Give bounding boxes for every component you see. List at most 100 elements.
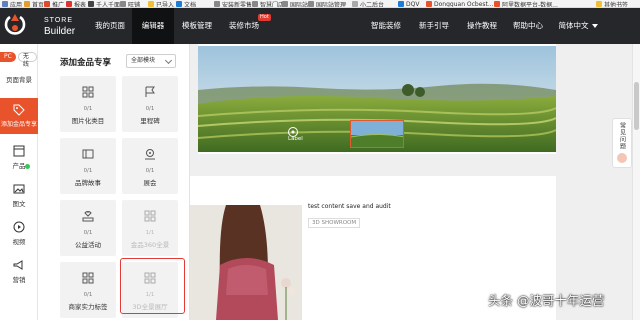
bookmark-item[interactable]: 安装新零售 bbox=[214, 0, 252, 7]
faq-label: 常见问题 bbox=[618, 122, 626, 150]
nav-smart-decoration[interactable]: 智能装修 bbox=[366, 8, 406, 44]
tab-wireless[interactable]: 无线 bbox=[17, 52, 37, 68]
bookmark-label: Dongguan Ocbest... bbox=[434, 0, 494, 8]
sidebar-item-label: 视频 bbox=[12, 237, 26, 246]
sidebar-item-label: 图文 bbox=[12, 199, 26, 208]
sidebar-item-label: 营销 bbox=[12, 275, 26, 284]
sidebar-item-label: 页面背景 bbox=[6, 76, 32, 84]
sidebar-item-marketing[interactable]: 营销 bbox=[0, 256, 38, 286]
module-label: 里程碑 bbox=[140, 117, 160, 125]
panorama-thumbnail[interactable] bbox=[350, 120, 404, 148]
filter-value: 全部模块 bbox=[131, 57, 156, 64]
bookmark-item[interactable]: 旺铺 bbox=[120, 0, 140, 7]
nav-beginner-guide[interactable]: 新手引导 bbox=[414, 8, 454, 44]
support-avatar-icon bbox=[617, 153, 627, 163]
product-photo-image bbox=[190, 205, 302, 320]
bookmark-item[interactable]: 推广 bbox=[44, 0, 65, 8]
bookmark-item[interactable]: 智慧门店 bbox=[252, 0, 285, 8]
bookmark-label: 阿里数据平台-数据... bbox=[502, 1, 558, 8]
module-count: 0/1 bbox=[145, 106, 155, 112]
chevron-down-icon bbox=[591, 24, 598, 28]
bookmark-label: 应用 bbox=[10, 1, 23, 8]
left-sidebar: PC 无线 页面背景 添加金品专享 产品 图文 视频 营销 bbox=[0, 44, 38, 320]
bookmark-item[interactable]: 国际站管理 bbox=[308, 0, 347, 8]
nav-template-manage[interactable]: 模板管理 bbox=[176, 8, 218, 44]
bookmark-favicon-icon bbox=[214, 1, 220, 7]
bookmark-item[interactable]: 小二后台 bbox=[352, 0, 385, 8]
module-label: 商家实力标签 bbox=[68, 303, 108, 311]
hotspot-label[interactable]: Label bbox=[288, 136, 303, 142]
sidebar-item-label: 添加金品专享 bbox=[0, 121, 37, 128]
module-tile[interactable]: 0/1 公益活动 bbox=[60, 200, 116, 256]
location-icon bbox=[145, 149, 155, 160]
bookmark-favicon-icon bbox=[88, 1, 94, 7]
nav-help-center[interactable]: 帮助中心 bbox=[508, 8, 548, 44]
bookmark-favicon-icon bbox=[120, 1, 126, 7]
grid-icon bbox=[82, 86, 94, 98]
bookmark-favicon-icon bbox=[282, 1, 288, 7]
faq-float-button[interactable]: 常见问题 bbox=[612, 118, 632, 168]
bookmark-label: 文档 bbox=[184, 1, 197, 8]
bookmark-item[interactable]: Dongguan Ocbest... bbox=[426, 0, 494, 8]
module-tile[interactable]: 0/1 展会 bbox=[122, 138, 178, 194]
module-tile[interactable]: 0/1 商家实力标签 bbox=[60, 262, 116, 318]
flag-icon bbox=[145, 86, 155, 97]
module-label: 图片化类目 bbox=[71, 117, 105, 125]
bookmark-item[interactable]: 文档 bbox=[176, 0, 197, 8]
watermark: 头条 @波哥十年运营 bbox=[488, 293, 605, 308]
panel-title: 添加金品专享 bbox=[60, 58, 112, 68]
store-builder-logo-icon bbox=[4, 14, 26, 35]
module-filter-select[interactable]: 全部模块 bbox=[126, 54, 176, 68]
vertical-scrollbar[interactable] bbox=[632, 44, 640, 320]
bookmark-item[interactable]: 已导入 bbox=[148, 0, 174, 7]
sidebar-item-page-background[interactable]: 页面背景 bbox=[0, 72, 38, 86]
bookmark-label: 推广 bbox=[52, 1, 65, 8]
bookmark-item[interactable]: 国际站 bbox=[282, 0, 309, 8]
editor-canvas: Label test content save and audit 3D SHO… bbox=[190, 44, 632, 320]
module-tile[interactable]: 1/1 金品360全景 bbox=[122, 200, 178, 256]
status-dot-icon bbox=[25, 164, 30, 169]
bookmark-item[interactable]: 报表 bbox=[66, 0, 87, 8]
bookmark-label: 首页 bbox=[32, 1, 45, 8]
bookmark-label: 其他书签 bbox=[604, 1, 629, 8]
module-label: 金品360全景 bbox=[130, 241, 170, 249]
module-tile[interactable]: 0/1 品牌故事 bbox=[60, 138, 116, 194]
panorama-module[interactable]: Label bbox=[198, 44, 556, 154]
showroom-tag: 3D SHOWROOM bbox=[308, 218, 361, 228]
top-nav: STORE Builder 我的页面 编辑器 模板管理 装修市场 Hot 智能装… bbox=[0, 8, 640, 44]
grid-icon bbox=[82, 272, 94, 284]
bookmark-label: 国际站管理 bbox=[316, 1, 347, 8]
nav-tutorial[interactable]: 操作教程 bbox=[462, 8, 502, 44]
bookmark-item[interactable]: 应用 bbox=[2, 0, 23, 8]
module-label: 展会 bbox=[143, 179, 157, 187]
bookmark-label: 小二后台 bbox=[360, 1, 385, 8]
device-switch: PC 无线 bbox=[0, 52, 37, 68]
bookmark-item[interactable]: DQV bbox=[398, 0, 420, 8]
bookmark-favicon-icon bbox=[398, 1, 404, 7]
bookmark-label: DQV bbox=[406, 0, 420, 8]
bookmark-item[interactable]: 其他书签 bbox=[596, 0, 629, 8]
sidebar-item-image-text[interactable]: 图文 bbox=[0, 180, 38, 210]
bookmark-favicon-icon bbox=[24, 1, 30, 7]
module-tile[interactable]: 0/1 里程碑 bbox=[122, 76, 178, 132]
nav-editor[interactable]: 编辑器 bbox=[132, 8, 174, 44]
module-count: 0/1 bbox=[83, 106, 93, 112]
nav-my-pages[interactable]: 我的页面 bbox=[88, 8, 132, 44]
product-icon bbox=[13, 145, 25, 156]
marketing-icon bbox=[13, 259, 23, 270]
sidebar-item-video[interactable]: 视频 bbox=[0, 218, 38, 248]
bookmark-label: 报表 bbox=[74, 1, 87, 8]
language-selector[interactable]: 简体中文 bbox=[554, 8, 602, 44]
sidebar-item-add-gold-exclusive[interactable]: 添加金品专享 bbox=[0, 98, 38, 134]
bookmark-label: 智慧门店 bbox=[260, 1, 285, 8]
bookmark-label: 国际站 bbox=[290, 1, 309, 8]
bookmark-item[interactable]: 阿里数据平台-数据... bbox=[494, 0, 558, 8]
bookmark-item[interactable]: 首页 bbox=[24, 0, 45, 8]
bookmark-favicon-icon bbox=[2, 1, 8, 7]
sidebar-item-product[interactable]: 产品 bbox=[0, 142, 38, 172]
bookmark-favicon-icon bbox=[176, 1, 182, 7]
scrollbar-thumb[interactable] bbox=[634, 82, 639, 130]
bookmark-item[interactable]: 千人千面 bbox=[88, 0, 120, 7]
tab-pc[interactable]: PC bbox=[0, 52, 16, 62]
module-tile[interactable]: 0/1 图片化类目 bbox=[60, 76, 116, 132]
